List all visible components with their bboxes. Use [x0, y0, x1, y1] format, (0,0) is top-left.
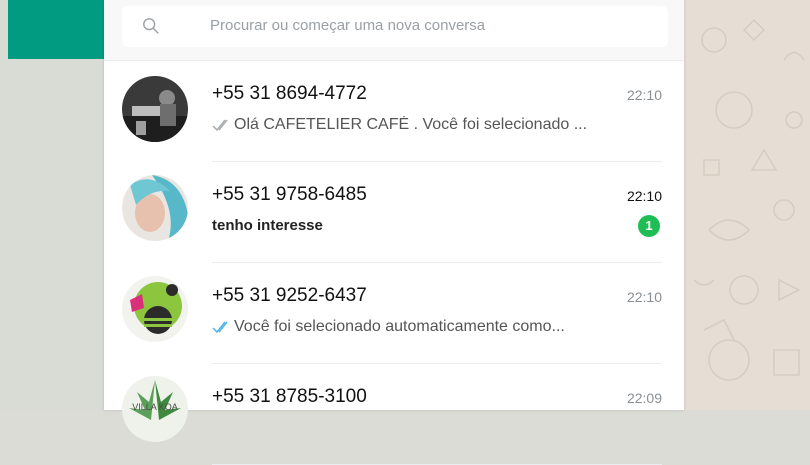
chat-time: 22:10: [626, 188, 662, 204]
unread-count-badge: 1: [638, 215, 660, 237]
avatar: [122, 276, 188, 342]
chat-name: +55 31 8785-3100: [212, 386, 367, 407]
search-bar: Procurar ou começar uma nova conversa: [104, 0, 684, 61]
chat-name: +55 31 8694-4772: [212, 83, 367, 104]
search-box[interactable]: Procurar ou começar uma nova conversa: [122, 6, 668, 47]
chat-row-body: +55 31 9252-6437 22:10 Você foi selecion…: [212, 263, 662, 364]
chat-time: 22:10: [626, 87, 662, 103]
preview-text: Você foi selecionado automaticamente com…: [234, 318, 565, 335]
chat-row-body: +55 31 8785-3100 22:09: [212, 364, 662, 465]
chat-wallpaper: [684, 0, 810, 410]
chat-row-body: +55 31 8694-4772 22:10 Olá CAFETELIER CA…: [212, 61, 662, 162]
double-check-icon: [212, 321, 228, 334]
chat-list-item[interactable]: VILLA KOA +55 31 8785-3100 22:09: [104, 364, 684, 465]
chat-name: +55 31 9758-6485: [212, 184, 367, 205]
chat-list-item[interactable]: +55 31 9252-6437 22:10 Você foi selecion…: [104, 263, 684, 364]
search-input[interactable]: Procurar ou começar uma nova conversa: [210, 17, 485, 34]
header-accent-bar: [8, 0, 104, 59]
chat-time: 22:09: [626, 390, 662, 406]
message-preview: tenho interesse: [212, 217, 662, 234]
wallpaper-doodles: [693, 18, 805, 381]
avatar: [122, 76, 188, 142]
preview-text: Olá CAFETELIER CAFÉ . Você foi seleciona…: [234, 116, 588, 133]
avatar: VILLA KOA: [122, 376, 188, 442]
message-preview: Você foi selecionado automaticamente com…: [212, 318, 662, 336]
chat-time: 22:10: [626, 289, 662, 305]
search-icon[interactable]: [142, 17, 160, 35]
app-background-left: [0, 0, 104, 410]
preview-text: tenho interesse: [212, 217, 323, 234]
avatar-logo-text: VILLA KOA: [132, 402, 178, 412]
message-preview: Olá CAFETELIER CAFÉ . Você foi seleciona…: [212, 116, 662, 134]
chat-row-body: +55 31 9758-6485 22:10 tenho interesse 1: [212, 162, 662, 263]
chat-name: +55 31 9252-6437: [212, 285, 367, 306]
chat-list-item[interactable]: +55 31 9758-6485 22:10 tenho interesse 1: [104, 162, 684, 263]
chat-list-item[interactable]: +55 31 8694-4772 22:10 Olá CAFETELIER CA…: [104, 61, 684, 162]
avatar: [122, 175, 188, 241]
double-check-icon: [212, 119, 228, 132]
chat-list-panel: Procurar ou começar uma nova conversa +5…: [104, 0, 684, 465]
